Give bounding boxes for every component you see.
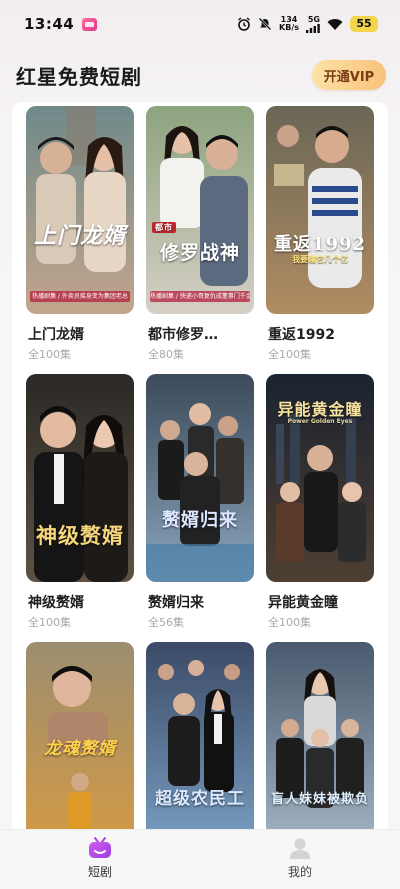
- drama-title: 神级赘婿: [28, 595, 84, 611]
- drama-card[interactable]: 都市 修罗战神 热播剧集 / 快递小哥复仇成董事门千金 都市修罗… 全80集: [146, 106, 254, 361]
- poster-small-label: 都市: [152, 222, 176, 233]
- poster-title: 上门龙婿: [33, 223, 126, 249]
- tab-profile[interactable]: 我的: [200, 830, 400, 889]
- poster-title: 修罗战神: [159, 242, 240, 264]
- network-type: 5G: [307, 15, 320, 24]
- drama-card[interactable]: 赘婿归来 赘婿归来 全56集: [146, 374, 254, 629]
- drama-poster[interactable]: 重返1992 我要赚它几个亿: [266, 106, 374, 314]
- drama-poster[interactable]: 超级农民工: [146, 642, 254, 829]
- app-header: 红星免费短剧 开通VIP: [0, 48, 400, 102]
- drama-card[interactable]: 重返1992 我要赚它几个亿 重返1992 全100集: [266, 106, 374, 361]
- mute-icon: [258, 17, 272, 31]
- bottom-tab-bar: 短剧 我的: [0, 829, 400, 889]
- poster-subtitle: Power Golden Eyes: [287, 418, 353, 425]
- poster-title: 赘婿归来: [162, 510, 238, 531]
- poster-tagline: 热播剧集 / 快递小哥复仇成董事门千金: [150, 291, 250, 302]
- cellular-signal: 5G: [306, 15, 320, 33]
- tab-short-drama-label: 短剧: [87, 865, 112, 879]
- battery-indicator: 55: [350, 16, 378, 32]
- drama-card[interactable]: 异能黄金瞳 Power Golden Eyes 异能黄金瞳 全100集: [266, 374, 374, 629]
- app-notification-icon: [82, 17, 98, 31]
- poster-title: 神级赘婿: [36, 523, 124, 548]
- drama-poster[interactable]: 都市 修罗战神 热播剧集 / 快递小哥复仇成董事门千金: [146, 106, 254, 314]
- poster-title: 重返1992: [273, 234, 367, 255]
- episode-count: 全100集: [268, 616, 311, 629]
- drama-title: 都市修罗…: [148, 327, 218, 343]
- poster-title: 异能黄金瞳: [277, 400, 363, 419]
- drama-card[interactable]: 神级赘婿 神级赘婿 全100集: [26, 374, 134, 629]
- episode-count: 全56集: [148, 616, 184, 629]
- drama-poster[interactable]: 赘婿归来: [146, 374, 254, 582]
- status-bar: 13:44 134 KB/s 5G 55: [0, 0, 400, 48]
- clock-time: 13:44: [24, 15, 75, 33]
- status-right: 134 KB/s 5G 55: [237, 15, 378, 33]
- poster-title: 盲人妹妹被欺负: [270, 792, 369, 807]
- open-vip-button[interactable]: 开通VIP: [312, 60, 386, 90]
- poster-image: [146, 106, 254, 314]
- tab-short-drama[interactable]: 短剧: [0, 830, 200, 889]
- network-speed-unit: KB/s: [279, 23, 299, 32]
- poster-image: [26, 106, 134, 314]
- drama-poster[interactable]: 龙魂赘婿: [26, 642, 134, 829]
- episode-count: 全100集: [28, 616, 71, 629]
- drama-title: 赘婿归来: [148, 595, 204, 611]
- tab-profile-label: 我的: [287, 865, 312, 879]
- drama-title: 上门龙婿: [28, 327, 84, 343]
- poster-subtitle: 我要赚它几个亿: [292, 255, 348, 264]
- drama-poster[interactable]: 神级赘婿: [26, 374, 134, 582]
- poster-image: [26, 374, 134, 582]
- drama-title: 异能黄金瞳: [268, 595, 338, 611]
- drama-list-panel[interactable]: 上门龙婿 热播剧集 / 外卖员摇身变为集团老总 上门龙婿 全100集 都市 修罗…: [12, 102, 388, 829]
- status-left: 13:44: [24, 15, 98, 33]
- episode-count: 全100集: [268, 348, 311, 361]
- poster-title: 超级农民工: [155, 789, 245, 809]
- drama-card[interactable]: 龙魂赘婿: [26, 642, 134, 829]
- drama-poster[interactable]: 上门龙婿 热播剧集 / 外卖员摇身变为集团老总: [26, 106, 134, 314]
- drama-title: 重返1992: [268, 327, 335, 343]
- drama-card[interactable]: 超级农民工: [146, 642, 254, 829]
- network-speed: 134 KB/s: [279, 16, 299, 32]
- drama-poster[interactable]: 异能黄金瞳 Power Golden Eyes: [266, 374, 374, 582]
- page-title: 红星免费短剧: [16, 64, 142, 89]
- drama-grid: 上门龙婿 热播剧集 / 外卖员摇身变为集团老总 上门龙婿 全100集 都市 修罗…: [12, 106, 388, 829]
- wifi-icon: [327, 18, 343, 30]
- episode-count: 全100集: [28, 348, 71, 361]
- poster-tagline: 热播剧集 / 外卖员摇身变为集团老总: [30, 291, 130, 302]
- signal-bars-icon: [306, 24, 320, 33]
- episode-count: 全80集: [148, 348, 184, 361]
- alarm-icon: [238, 17, 250, 31]
- drama-card[interactable]: 盲人妹妹被欺负: [266, 642, 374, 829]
- tv-icon: [89, 837, 111, 858]
- profile-icon: [290, 838, 310, 859]
- drama-poster[interactable]: 盲人妹妹被欺负: [266, 642, 374, 829]
- poster-title: 龙魂赘婿: [44, 739, 116, 759]
- drama-card[interactable]: 上门龙婿 热播剧集 / 外卖员摇身变为集团老总 上门龙婿 全100集: [26, 106, 134, 361]
- poster-image: [146, 374, 254, 582]
- poster-image: [266, 106, 374, 314]
